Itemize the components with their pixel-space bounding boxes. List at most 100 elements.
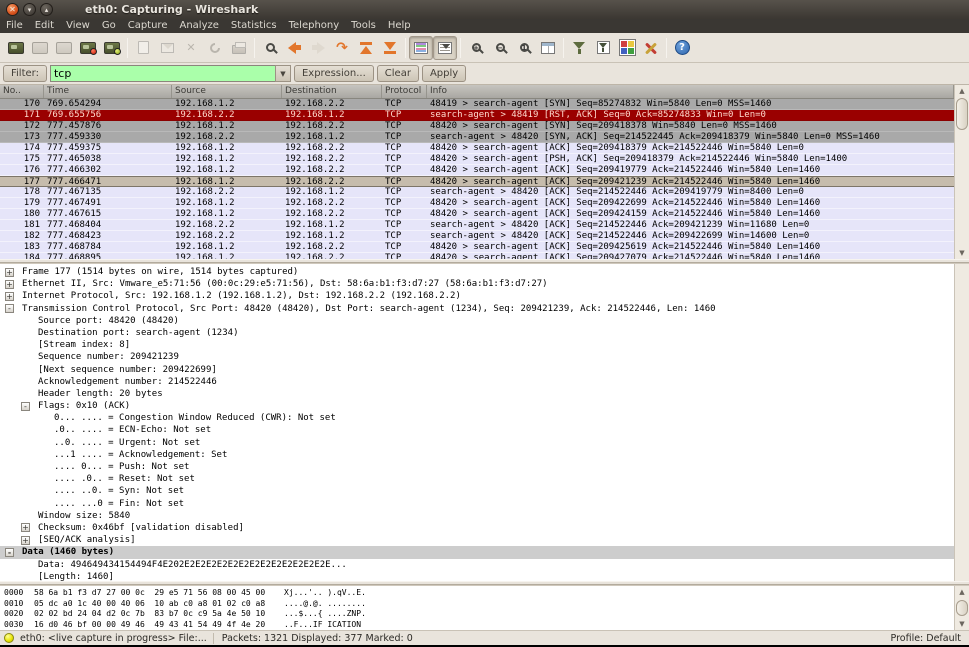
column-header-info[interactable]: Info: [427, 85, 954, 98]
detail-row[interactable]: - Transmission Control Protocol, Src Port…: [0, 303, 954, 315]
detail-row[interactable]: + Ethernet II, Src: Vmware_e5:71:56 (00:0…: [0, 278, 954, 290]
save-file-icon[interactable]: [155, 36, 179, 60]
display-filters-icon[interactable]: [591, 36, 615, 60]
zoom-out-icon[interactable]: −: [488, 36, 512, 60]
detail-row[interactable]: Sequence number: 209421239: [0, 351, 954, 363]
scroll-down-icon[interactable]: ▼: [956, 618, 968, 630]
coloring-rules-icon[interactable]: [615, 36, 639, 60]
hex-row[interactable]: 0000 58 6a b1 f3 d7 27 00 0c 29 e5 71 56 …: [4, 588, 954, 599]
go-to-top-icon[interactable]: [354, 36, 378, 60]
filter-button[interactable]: Filter:: [3, 65, 47, 82]
detail-row[interactable]: .... ...0 = Fin: Not set: [0, 498, 954, 510]
expand-icon[interactable]: +: [21, 535, 30, 545]
menu-capture[interactable]: Capture: [122, 19, 174, 33]
packet-row-174[interactable]: 174 777.459375 192.168.1.2 192.168.2.2 TCP 48…: [0, 143, 954, 154]
detail-row[interactable]: Header length: 20 bytes: [0, 388, 954, 400]
packet-row-178[interactable]: 178 777.467135 192.168.2.2 192.168.1.2 TCP se…: [0, 187, 954, 198]
menu-tools[interactable]: Tools: [345, 19, 382, 33]
go-to-packet-icon[interactable]: ↷: [330, 36, 354, 60]
go-back-icon[interactable]: [282, 36, 306, 60]
help-icon[interactable]: ?: [670, 36, 694, 60]
column-header-source[interactable]: Source: [172, 85, 282, 98]
detail-row[interactable]: Acknowledgement number: 214522446: [0, 376, 954, 388]
list-interfaces-icon[interactable]: [4, 36, 28, 60]
print-icon[interactable]: [227, 36, 251, 60]
details-scrollbar[interactable]: [954, 264, 969, 581]
detail-row[interactable]: .0.. .... = ECN-Echo: Not set: [0, 424, 954, 436]
detail-row[interactable]: + [SEQ/ACK analysis]: [0, 534, 954, 546]
close-file-icon[interactable]: ✕: [179, 36, 203, 60]
packet-list-scrollbar[interactable]: ▲ ▼: [954, 85, 969, 259]
detail-row[interactable]: - Data (1460 bytes): [0, 546, 954, 559]
packet-row-172[interactable]: 172 777.457876 192.168.1.2 192.168.2.2 TCP 48…: [0, 121, 954, 132]
packet-row-171[interactable]: 171 769.655756 192.168.2.2 192.168.1.2 TCP se…: [0, 110, 954, 121]
column-header-destination[interactable]: Destination: [282, 85, 382, 98]
packet-row-182[interactable]: 182 777.468423 192.168.2.2 192.168.1.2 TCP se…: [0, 231, 954, 242]
packet-row-170[interactable]: 170 769.654294 192.168.1.2 192.168.2.2 TCP 48…: [0, 99, 954, 110]
scrollbar-thumb[interactable]: [956, 98, 968, 130]
expert-info-icon[interactable]: [4, 633, 14, 643]
packet-row-179[interactable]: 179 777.467491 192.168.1.2 192.168.2.2 TCP 48…: [0, 198, 954, 209]
menu-statistics[interactable]: Statistics: [225, 19, 283, 33]
detail-row[interactable]: + Internet Protocol, Src: 192.168.1.2 (19…: [0, 290, 954, 302]
column-header-time[interactable]: Time: [44, 85, 172, 98]
detail-row[interactable]: + Frame 177 (1514 bytes on wire, 1514 byt…: [0, 266, 954, 278]
go-forward-icon[interactable]: [306, 36, 330, 60]
menu-file[interactable]: File: [0, 19, 29, 33]
scroll-up-icon[interactable]: ▲: [956, 586, 968, 598]
find-packet-icon[interactable]: [258, 36, 282, 60]
packet-row-184[interactable]: 184 777.468895 192.168.1.2 192.168.2.2 TCP 48…: [0, 253, 954, 259]
detail-row[interactable]: [Stream index: 8]: [0, 339, 954, 351]
expand-icon[interactable]: +: [5, 291, 14, 301]
reload-icon[interactable]: [203, 36, 227, 60]
filter-input[interactable]: [49, 65, 275, 82]
detail-row[interactable]: Destination port: search-agent (1234): [0, 327, 954, 339]
filter-dropdown-icon[interactable]: ▼: [274, 65, 291, 82]
stop-capture-icon[interactable]: [76, 36, 100, 60]
clear-button[interactable]: Clear: [376, 65, 419, 82]
detail-row[interactable]: .... 0... = Push: Not set: [0, 461, 954, 473]
minimize-window-icon[interactable]: ▾: [23, 3, 36, 16]
auto-scroll-toggle[interactable]: [433, 35, 457, 60]
go-to-bottom-icon[interactable]: [378, 36, 402, 60]
menu-telephony[interactable]: Telephony: [283, 19, 346, 33]
menu-go[interactable]: Go: [96, 19, 122, 33]
colorize-toggle[interactable]: [409, 35, 433, 60]
apply-button[interactable]: Apply: [421, 65, 467, 82]
menu-edit[interactable]: Edit: [29, 19, 60, 33]
title-bar[interactable]: ✕ ▾ ▴ eth0: Capturing - Wireshark: [0, 0, 969, 19]
detail-row[interactable]: 0... .... = Congestion Window Reduced (C…: [0, 412, 954, 424]
column-header-no[interactable]: No..: [0, 85, 44, 98]
detail-row[interactable]: + Checksum: 0x46bf [validation disabled]: [0, 522, 954, 534]
maximize-window-icon[interactable]: ▴: [40, 3, 53, 16]
zoom-in-icon[interactable]: +: [464, 36, 488, 60]
hex-row[interactable]: 0020 02 02 bd 24 04 d2 0c 7b 83 b7 0c c9 …: [4, 609, 954, 620]
packet-row-183[interactable]: 183 777.468784 192.168.1.2 192.168.2.2 TCP 48…: [0, 242, 954, 253]
menu-help[interactable]: Help: [382, 19, 417, 33]
collapse-icon[interactable]: -: [21, 401, 30, 411]
expand-icon[interactable]: +: [5, 279, 14, 289]
detail-row[interactable]: Source port: 48420 (48420): [0, 315, 954, 327]
collapse-icon[interactable]: -: [5, 304, 14, 314]
detail-row[interactable]: ...1 .... = Acknowledgement: Set: [0, 449, 954, 461]
packet-row-175[interactable]: 175 777.465038 192.168.1.2 192.168.2.2 TCP 48…: [0, 154, 954, 165]
scrollbar-thumb[interactable]: [956, 600, 968, 616]
column-header-protocol[interactable]: Protocol: [382, 85, 427, 98]
detail-row[interactable]: Window size: 5840: [0, 510, 954, 522]
close-window-icon[interactable]: ✕: [6, 3, 19, 16]
detail-row[interactable]: Data: 494649434154494F4E202E2E2E2E2E2E2E…: [0, 559, 954, 571]
zoom-100-icon[interactable]: 1: [512, 36, 536, 60]
menu-analyze[interactable]: Analyze: [173, 19, 224, 33]
resize-columns-icon[interactable]: [536, 36, 560, 60]
scroll-up-icon[interactable]: ▲: [956, 85, 968, 97]
packet-row-177[interactable]: 177 777.466471 192.168.1.2 192.168.2.2 TCP 48…: [0, 176, 954, 187]
detail-row[interactable]: [Next sequence number: 209422699]: [0, 364, 954, 376]
detail-row[interactable]: .... ..0. = Syn: Not set: [0, 485, 954, 497]
hex-scrollbar[interactable]: ▲ ▼: [954, 586, 969, 630]
open-file-icon[interactable]: [131, 36, 155, 60]
capture-options-icon[interactable]: [28, 36, 52, 60]
expression-button[interactable]: Expression...: [293, 65, 374, 82]
packet-row-173[interactable]: 173 777.459330 192.168.2.2 192.168.1.2 TCP se…: [0, 132, 954, 143]
expand-icon[interactable]: +: [21, 523, 30, 533]
packet-row-176[interactable]: 176 777.466302 192.168.1.2 192.168.2.2 TCP 48…: [0, 165, 954, 176]
